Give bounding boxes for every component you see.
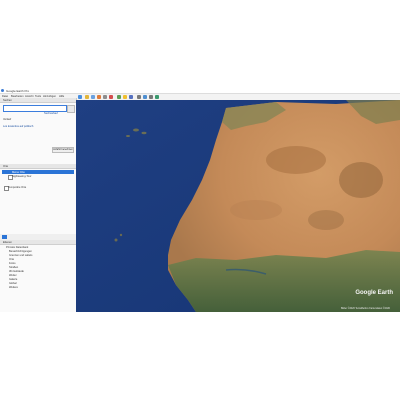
island-3 <box>126 135 130 137</box>
search-result-item[interactable]: Los kostenlos auf politisch <box>3 125 33 128</box>
rock-plateau-4 <box>308 210 344 230</box>
ruler-icon[interactable] <box>137 95 141 99</box>
my-places-label: Meine Orte <box>12 170 25 174</box>
path-icon[interactable] <box>97 95 101 99</box>
layer-global[interactable]: Global <box>9 282 17 285</box>
sidebar: Suchen Suchverlauf Verlauf Los kostenlos… <box>0 98 77 312</box>
sahel-band <box>168 250 400 312</box>
layer-more[interactable]: Weitere <box>9 286 18 289</box>
google-earth-window: Google Earth Pro Datei Bearbeiten Ansich… <box>0 88 400 312</box>
placemark-icon[interactable] <box>85 95 89 99</box>
places-item-temporary[interactable]: Temporäre Orte <box>8 186 26 189</box>
search-button[interactable] <box>67 105 75 113</box>
layer-gallery[interactable]: Galerie <box>9 278 17 281</box>
layers-panel-header[interactable]: Ebenen <box>0 240 76 245</box>
search-history-link[interactable]: Suchverlauf <box>44 112 58 115</box>
search-panel-header[interactable]: Suchen <box>0 98 76 103</box>
email-icon[interactable] <box>143 95 147 99</box>
print-icon[interactable] <box>149 95 153 99</box>
places-my-places-row[interactable]: Meine Orte <box>2 170 74 174</box>
sun-icon[interactable] <box>123 95 127 99</box>
record-tour-icon[interactable] <box>109 95 113 99</box>
layer-photos[interactable]: Fotos <box>9 262 16 265</box>
layer-primary-db[interactable]: Primäre Datenbank <box>6 246 28 249</box>
search-results-title: Verlauf <box>3 118 12 121</box>
layer-roads[interactable]: Straßen <box>9 266 18 269</box>
search-panel-title: Suchen <box>3 98 12 102</box>
search-input[interactable] <box>3 105 67 112</box>
polygon-icon[interactable] <box>91 95 95 99</box>
places-panel-title: Orte <box>3 164 9 168</box>
view-in-maps-icon[interactable] <box>155 95 159 99</box>
get-directions-button[interactable]: Anfahrt berechnen <box>52 147 74 153</box>
rock-plateau-2 <box>339 162 383 198</box>
overlay-icon[interactable] <box>103 95 107 99</box>
map-attribution: Bilder ©2020 TerraMetrics Kartendaten ©2… <box>340 307 390 310</box>
window-title: Google Earth Pro <box>6 89 30 93</box>
rock-plateau-3 <box>230 200 282 220</box>
places-item-sightseeing[interactable]: Sightseeing-Tour <box>12 175 31 178</box>
island-2 <box>141 131 147 135</box>
earth-map-view[interactable]: Google Earth Bilder ©2020 TerraMetrics K… <box>76 100 400 312</box>
layer-places[interactable]: Orte <box>9 258 14 261</box>
island-5 <box>119 233 123 237</box>
island-1 <box>133 128 139 132</box>
layer-weather[interactable]: Wetter <box>9 274 17 277</box>
rock-plateau-1 <box>266 146 326 174</box>
layers-panel-title: Ebenen <box>3 240 12 244</box>
sidebar-toggle-icon[interactable] <box>78 95 82 99</box>
satellite-imagery <box>76 100 400 312</box>
layer-borders[interactable]: Grenzen und Labels <box>9 254 32 257</box>
planets-icon[interactable] <box>129 95 133 99</box>
layers-tab[interactable] <box>2 235 7 239</box>
places-panel-header[interactable]: Orte <box>0 164 76 169</box>
layer-notifications[interactable]: Benachrichtigungen <box>9 250 32 253</box>
google-earth-app-icon <box>1 89 4 92</box>
historical-imagery-icon[interactable] <box>117 95 121 99</box>
island-4 <box>114 238 118 242</box>
layer-3d-buildings[interactable]: 3D-Gebäude <box>9 270 24 273</box>
google-earth-logo: Google Earth <box>355 290 393 296</box>
